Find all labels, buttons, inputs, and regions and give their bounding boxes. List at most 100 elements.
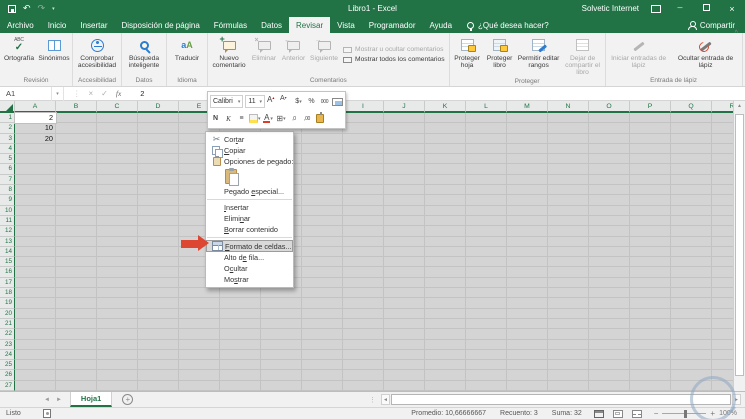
cell[interactable]	[56, 277, 97, 289]
cell[interactable]	[384, 133, 425, 144]
font-size-box[interactable]: 11 ▾	[245, 95, 265, 108]
page-break-view-icon[interactable]	[631, 409, 642, 418]
cell[interactable]	[671, 246, 712, 258]
menu-item-opciones-de-pegado[interactable]: Opciones de pegado:	[206, 156, 293, 167]
cell[interactable]	[56, 226, 97, 237]
account-name[interactable]: Solvetic Internet	[582, 4, 639, 13]
cell[interactable]	[138, 164, 179, 175]
cell[interactable]	[630, 246, 671, 258]
row-header-7[interactable]: 7	[0, 174, 15, 186]
cell[interactable]	[384, 298, 425, 309]
accounting-format-button[interactable]: $ ▾	[293, 95, 304, 108]
cell[interactable]	[97, 288, 138, 299]
cell[interactable]	[179, 329, 220, 340]
cell[interactable]	[630, 277, 671, 289]
cell[interactable]	[302, 164, 343, 175]
cell[interactable]	[425, 133, 466, 144]
cell[interactable]	[425, 236, 466, 247]
cell[interactable]	[466, 195, 507, 206]
cell[interactable]	[548, 185, 589, 196]
sinonimos-button[interactable]: Sinónimos	[37, 34, 71, 75]
row-header-19[interactable]: 19	[0, 298, 15, 309]
cell[interactable]	[384, 288, 425, 299]
cell[interactable]	[507, 236, 548, 247]
cell[interactable]	[302, 349, 343, 361]
cell[interactable]	[466, 123, 507, 134]
cell[interactable]	[302, 133, 343, 144]
cell[interactable]	[97, 370, 138, 381]
cell[interactable]	[507, 143, 548, 155]
row-header-13[interactable]: 13	[0, 236, 15, 247]
cell[interactable]	[589, 113, 630, 124]
cell[interactable]	[466, 277, 507, 289]
cell[interactable]	[138, 195, 179, 206]
cell[interactable]	[261, 339, 302, 350]
cell[interactable]	[138, 267, 179, 278]
minimize-button[interactable]	[673, 5, 687, 12]
cell[interactable]	[589, 339, 630, 350]
row-header-18[interactable]: 18	[0, 288, 15, 299]
cell[interactable]	[425, 318, 466, 330]
cell[interactable]	[343, 143, 384, 155]
tab-ayuda[interactable]: Ayuda	[422, 17, 459, 33]
cell[interactable]	[671, 267, 712, 278]
cell[interactable]	[343, 298, 384, 309]
cell[interactable]	[138, 143, 179, 155]
cell[interactable]	[15, 288, 56, 299]
cell[interactable]	[384, 246, 425, 258]
cell[interactable]	[15, 349, 56, 361]
customize-qat-icon[interactable]	[52, 6, 55, 12]
cell[interactable]	[56, 329, 97, 340]
menu-item-alto-de-fila[interactable]: Alto de fila...	[206, 252, 293, 263]
cell[interactable]	[671, 215, 712, 227]
cell[interactable]	[56, 174, 97, 186]
cell[interactable]	[15, 143, 56, 155]
cell[interactable]	[548, 360, 589, 371]
cell[interactable]	[15, 370, 56, 381]
cell[interactable]	[138, 318, 179, 330]
cell[interactable]	[589, 236, 630, 247]
cell[interactable]	[466, 349, 507, 361]
cell[interactable]	[15, 380, 56, 391]
cell[interactable]	[466, 174, 507, 186]
zoom-slider[interactable]	[662, 409, 707, 418]
cell[interactable]	[425, 246, 466, 258]
cell[interactable]	[97, 277, 138, 289]
cell[interactable]	[548, 133, 589, 144]
zoom-slider-thumb[interactable]	[684, 409, 688, 418]
cell[interactable]	[671, 154, 712, 165]
row-header-26[interactable]: 26	[0, 370, 15, 381]
cell[interactable]	[384, 329, 425, 340]
cell[interactable]	[384, 195, 425, 206]
cell[interactable]	[548, 298, 589, 309]
cell[interactable]	[343, 360, 384, 371]
zoom-level[interactable]: 100%	[719, 410, 737, 417]
cell[interactable]	[630, 360, 671, 371]
cell[interactable]	[671, 226, 712, 237]
row-header-9[interactable]: 9	[0, 195, 15, 206]
cell[interactable]	[138, 380, 179, 391]
cell[interactable]	[507, 226, 548, 237]
cell[interactable]	[507, 339, 548, 350]
cell[interactable]	[97, 339, 138, 350]
cell[interactable]	[425, 226, 466, 237]
cell[interactable]	[56, 215, 97, 227]
sheet-nav-right-icon[interactable]: ►	[56, 397, 62, 403]
cell[interactable]	[97, 267, 138, 278]
cell[interactable]	[261, 380, 302, 391]
cell[interactable]	[671, 164, 712, 175]
sheet-nav-left-icon[interactable]: ◄	[44, 397, 50, 403]
cell[interactable]	[589, 174, 630, 186]
row-header-24[interactable]: 24	[0, 349, 15, 361]
column-header-n[interactable]: N	[548, 101, 589, 113]
cell[interactable]	[384, 360, 425, 371]
cell[interactable]	[56, 205, 97, 216]
cell[interactable]	[630, 226, 671, 237]
cell[interactable]	[302, 195, 343, 206]
proteger-hoja-button[interactable]: Proteger hoja	[451, 34, 484, 76]
cell[interactable]	[589, 277, 630, 289]
row-header-6[interactable]: 6	[0, 164, 15, 175]
cell[interactable]	[97, 174, 138, 186]
tab-archivo[interactable]: Archivo	[0, 17, 41, 33]
cell[interactable]	[425, 339, 466, 350]
